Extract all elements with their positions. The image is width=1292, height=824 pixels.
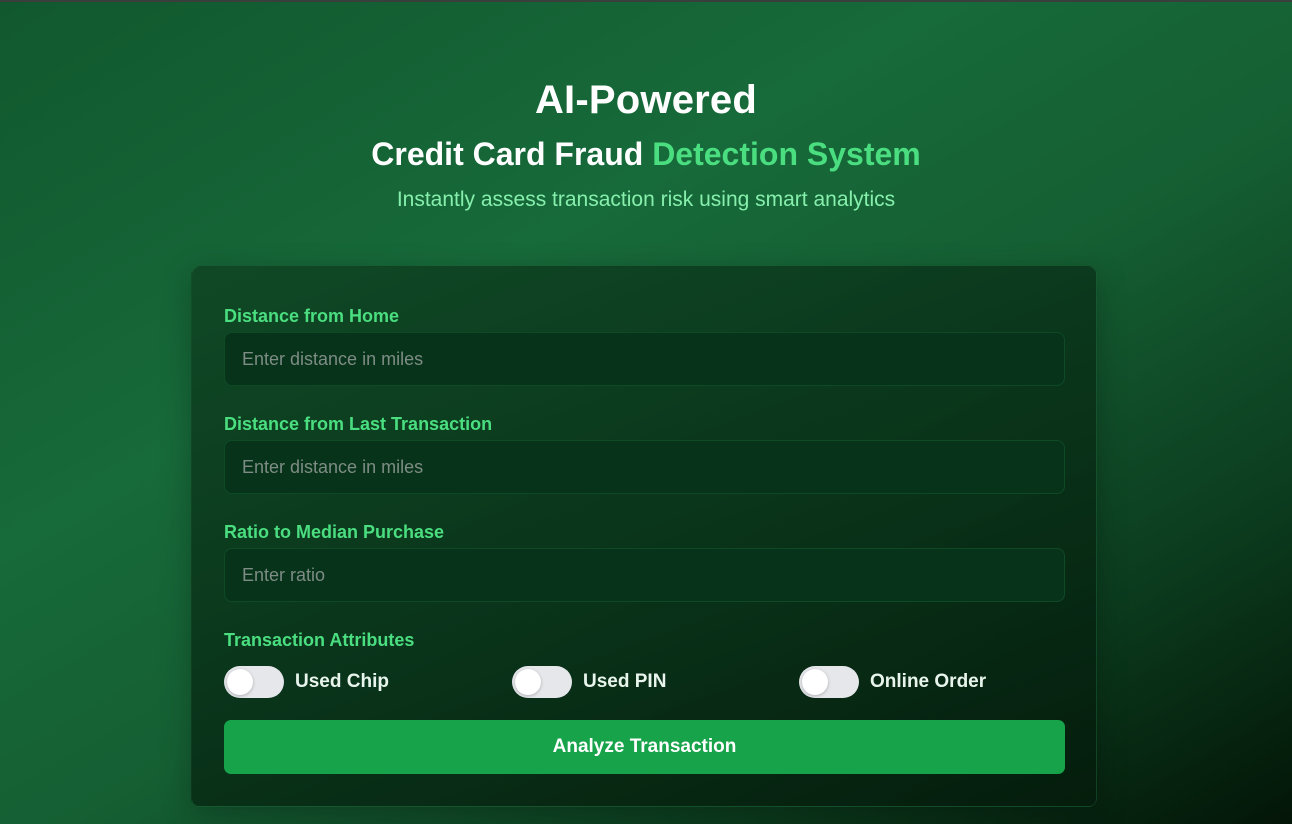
fraud-check-form: Distance from Home Distance from Last Tr… — [191, 266, 1097, 807]
subtitle-main: Credit Card Fraud — [371, 136, 644, 172]
distance-last-transaction-input[interactable] — [224, 440, 1065, 494]
used-pin-label: Used PIN — [583, 671, 667, 692]
used-pin-toggle[interactable]: Used PIN — [512, 666, 666, 698]
used-chip-label: Used Chip — [295, 671, 389, 692]
analyze-transaction-button[interactable]: Analyze Transaction — [224, 720, 1065, 774]
online-order-label: Online Order — [870, 671, 987, 692]
online-order-toggle[interactable]: Online Order — [799, 666, 986, 698]
page-title: AI-Powered — [534, 78, 758, 122]
used-chip-switch[interactable] — [224, 666, 284, 698]
distance-last-transaction-label: Distance from Last Transaction — [224, 414, 493, 434]
ratio-median-purchase-input[interactable] — [224, 548, 1065, 602]
online-order-switch[interactable] — [799, 666, 859, 698]
transaction-attributes-toggles: Used Chip Used PIN Online Order — [224, 666, 1065, 698]
distance-home-input[interactable] — [224, 332, 1065, 386]
transaction-attributes-label: Transaction Attributes — [224, 630, 415, 650]
toggle-knob — [515, 669, 541, 695]
used-chip-toggle[interactable]: Used Chip — [224, 666, 389, 698]
hero-header: AI-Powered Credit Card Fraud Detection S… — [0, 78, 1292, 214]
ratio-median-purchase-label: Ratio to Median Purchase — [224, 522, 445, 542]
used-pin-switch[interactable] — [512, 666, 572, 698]
page-subtitle: Credit Card Fraud Detection System — [0, 136, 1292, 172]
tagline: Instantly assess transaction risk using … — [396, 188, 896, 211]
window-top-border — [0, 0, 1292, 2]
distance-home-label: Distance from Home — [224, 306, 400, 326]
subtitle-accent: Detection System — [652, 136, 921, 172]
toggle-knob — [227, 669, 253, 695]
toggle-knob — [802, 669, 828, 695]
